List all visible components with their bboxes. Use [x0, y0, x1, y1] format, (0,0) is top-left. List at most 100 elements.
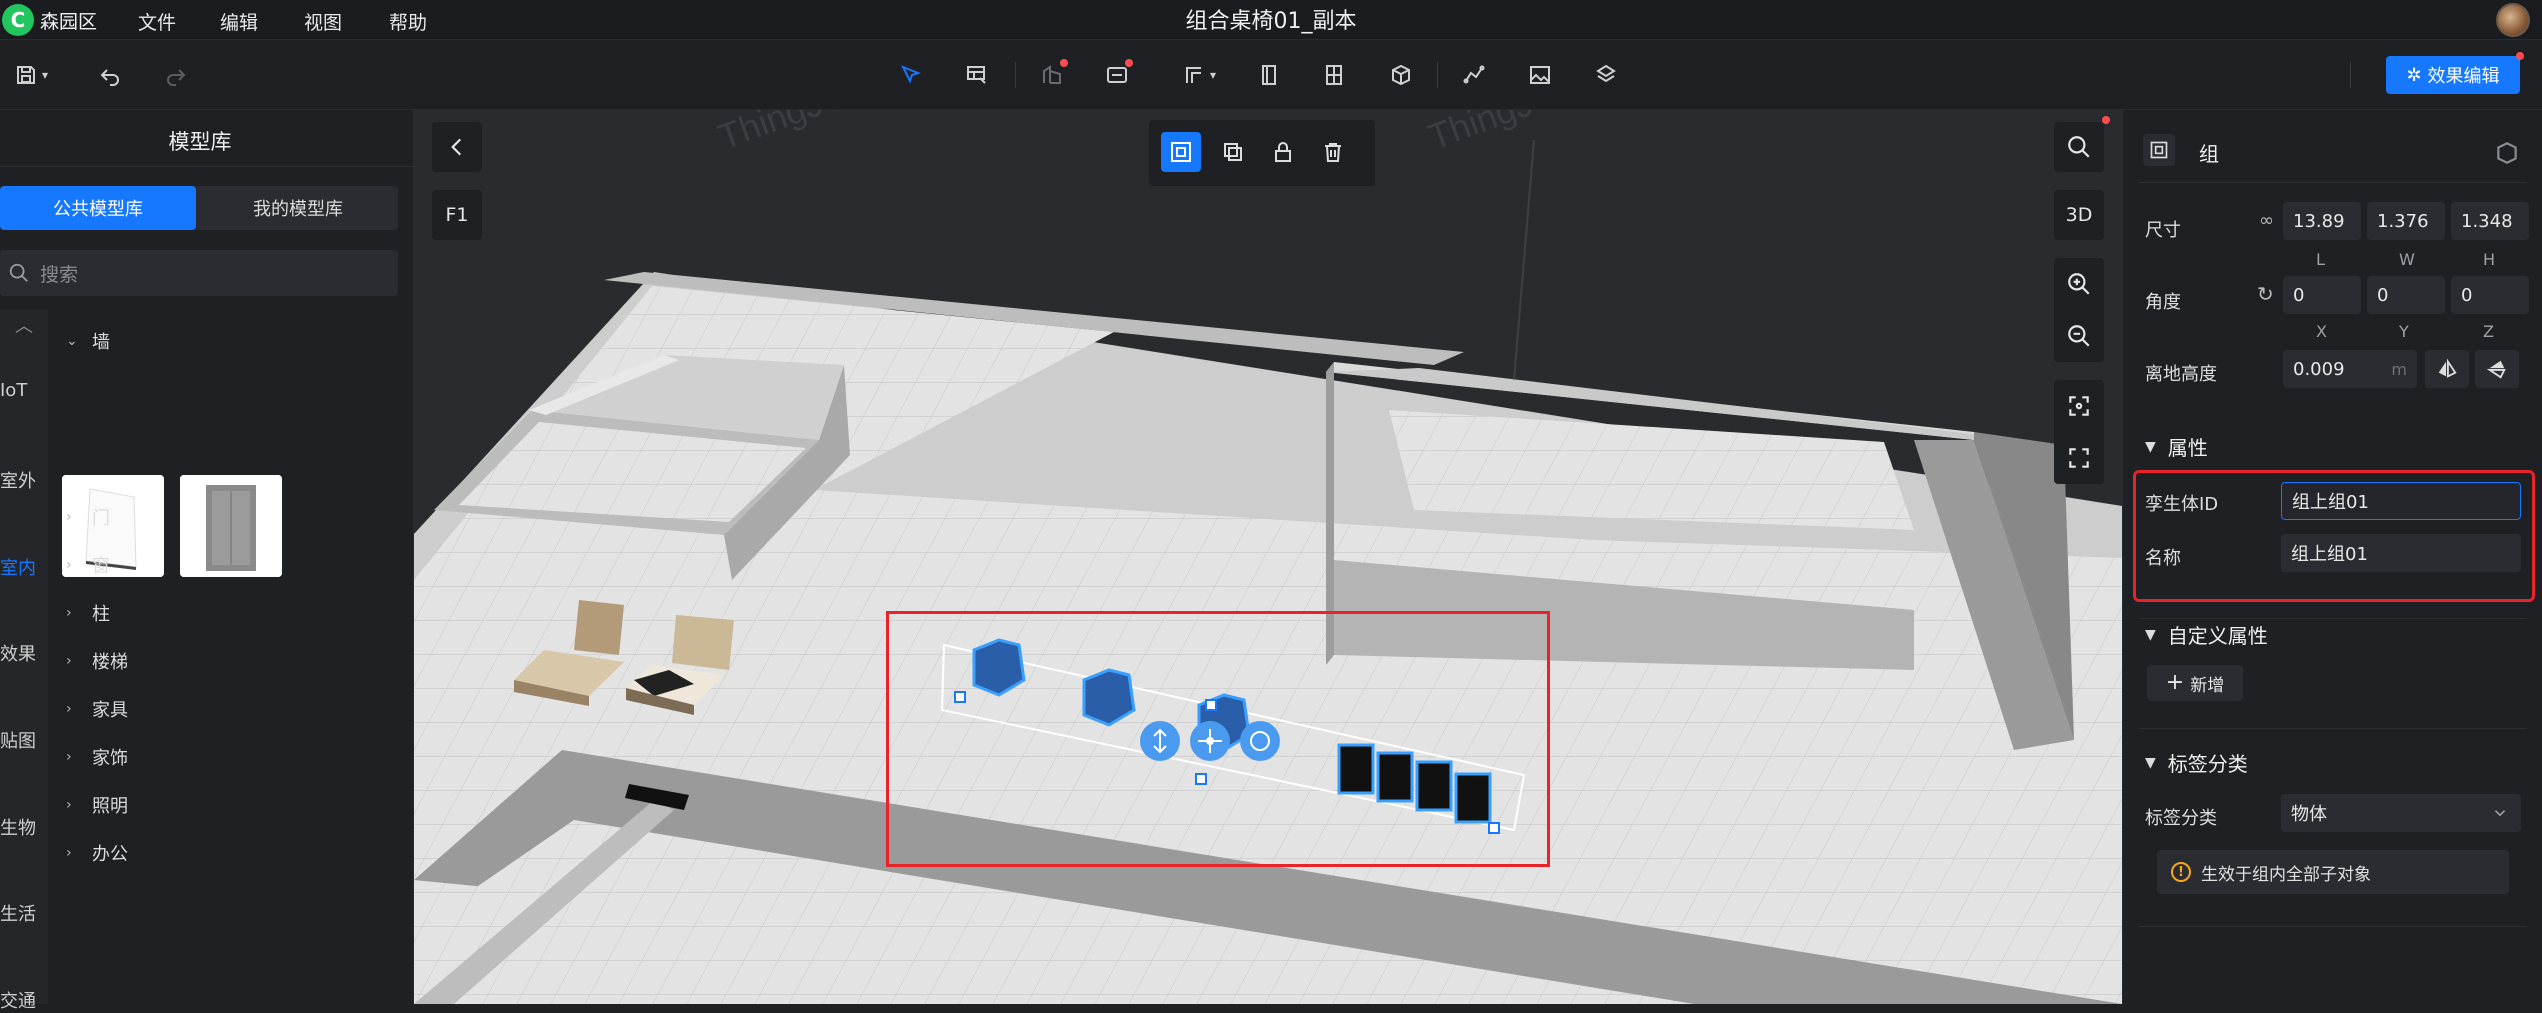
nav-item-textures[interactable]: 贴图	[0, 727, 48, 753]
attributes-section-header[interactable]: ▼ 属性	[2145, 432, 2208, 461]
path-icon	[1463, 65, 1485, 84]
model-library-panel: 模型库 公共模型库 我的模型库 搜索 ︿ IoT 室外 室内 效果 贴图 生物 …	[0, 110, 414, 1012]
tab-public-library[interactable]: 公共模型库	[0, 186, 196, 230]
zoom-in-icon[interactable]	[2066, 271, 2092, 297]
delete-button[interactable]	[1313, 132, 1353, 172]
category-column[interactable]: › 柱	[66, 600, 110, 626]
ungroup-icon[interactable]	[2494, 140, 2520, 166]
custom-attributes-section-header[interactable]: ▼ 自定义属性	[2145, 620, 2268, 649]
link-icon[interactable]: ∞	[2259, 210, 2274, 231]
layout-tool-button[interactable]	[959, 57, 995, 93]
user-avatar[interactable]	[2496, 3, 2530, 37]
floor-selector[interactable]: F1	[432, 190, 482, 240]
group-select-button[interactable]	[1161, 132, 1201, 172]
caret-down-icon: ▼	[2145, 626, 2156, 643]
chevron-right-icon: ›	[66, 797, 72, 813]
angle-z-input[interactable]: 0	[2451, 276, 2529, 314]
3d-viewport[interactable]: ThingJS ThingJS F1 3D	[414, 110, 2122, 1004]
size-h-input[interactable]: 1.348	[2451, 202, 2529, 240]
select-tool-button[interactable]	[893, 57, 929, 93]
wall-tool-dropdown[interactable]: ▾	[1172, 57, 1226, 93]
image-tool-button[interactable]	[1522, 57, 1558, 93]
app-logo[interactable]: C 森园区	[0, 4, 97, 36]
flip-vertical-icon	[2486, 360, 2506, 379]
category-stairs[interactable]: › 楼梯	[66, 648, 128, 674]
model-thumbnail[interactable]	[180, 475, 282, 577]
chevron-up-icon[interactable]: ︿	[0, 312, 48, 338]
chevron-right-icon: ›	[66, 653, 72, 669]
window-tool-button[interactable]	[1316, 57, 1352, 93]
zoom-out-icon[interactable]	[2066, 323, 2092, 349]
category-lighting[interactable]: › 照明	[66, 792, 128, 818]
angle-x-input[interactable]: 0	[2283, 276, 2361, 314]
chevron-down-icon: ⌄	[66, 333, 78, 349]
mirror-vertical-button[interactable]	[2475, 350, 2519, 388]
category-wall[interactable]: ⌄ 墙	[66, 328, 110, 354]
menu-view[interactable]: 视图	[304, 8, 342, 35]
search-input[interactable]: 搜索	[40, 260, 78, 287]
save-dropdown-button[interactable]: ▾	[6, 57, 56, 93]
tag-category-select[interactable]: 物体	[2281, 794, 2521, 832]
height-input[interactable]: 0.009 m	[2283, 350, 2417, 388]
focus-icon[interactable]	[2066, 393, 2092, 419]
viewport-search-button[interactable]	[2054, 116, 2110, 172]
wall-icon	[1185, 67, 1201, 83]
scene-canvas[interactable]: ThingJS ThingJS	[414, 110, 2122, 1004]
app-name: 森园区	[40, 10, 98, 33]
name-input[interactable]: 组上组01	[2281, 534, 2521, 572]
nav-item-outdoor[interactable]: 室外	[0, 467, 48, 493]
library-title: 模型库	[168, 130, 232, 154]
nav-item-traffic[interactable]: 交通	[0, 987, 48, 1013]
fullscreen-icon[interactable]	[2066, 445, 2092, 471]
path-tool-button[interactable]	[1456, 57, 1492, 93]
axis-x-label: X	[2316, 322, 2327, 341]
object-type-label: 组	[2199, 142, 2219, 166]
collapse-panel-button[interactable]	[432, 122, 482, 172]
category-door[interactable]: › 门	[66, 504, 110, 530]
category-furniture[interactable]: › 家具	[66, 696, 128, 722]
undo-button[interactable]	[92, 57, 128, 93]
menu-bar: C 森园区 文件 编辑 视图 帮助 组合桌椅01_副本	[0, 0, 2542, 40]
redo-button[interactable]	[158, 57, 194, 93]
library-tabs: 公共模型库 我的模型库	[0, 186, 398, 230]
menu-file[interactable]: 文件	[138, 8, 176, 35]
nav-item-life[interactable]: 生活	[0, 900, 48, 926]
cad-icon	[1107, 67, 1127, 83]
category-office[interactable]: › 办公	[66, 840, 128, 866]
lock-button[interactable]	[1263, 132, 1303, 172]
nav-item-iot[interactable]: IoT	[0, 380, 48, 401]
chevron-right-icon: ›	[66, 845, 72, 861]
menu-edit[interactable]: 编辑	[220, 8, 258, 35]
size-l-input[interactable]: 13.89	[2283, 202, 2361, 240]
chevron-down-icon	[2494, 810, 2506, 817]
twin-id-input[interactable]: 组上组01	[2281, 482, 2521, 520]
axis-y-label: Y	[2399, 322, 2409, 341]
search-icon	[9, 263, 28, 282]
tag-section-header[interactable]: ▼ 标签分类	[2145, 748, 2248, 777]
category-decor[interactable]: › 家饰	[66, 744, 128, 770]
category-window[interactable]: › 窗	[66, 552, 110, 578]
door-tool-button[interactable]	[1251, 57, 1287, 93]
menu-help[interactable]: 帮助	[389, 8, 427, 35]
cube-icon	[1392, 64, 1410, 86]
building-tool-button[interactable]	[1034, 57, 1070, 93]
size-w-input[interactable]: 1.376	[2367, 202, 2445, 240]
view-mode-toggle[interactable]: 3D	[2054, 190, 2104, 240]
effect-edit-button[interactable]: ✲ 效果编辑	[2386, 52, 2524, 94]
nav-item-creatures[interactable]: 生物	[0, 814, 48, 840]
warning-icon: !	[2171, 862, 2191, 882]
add-attribute-button[interactable]: + 新增	[2147, 665, 2243, 701]
copy-button[interactable]	[1213, 132, 1253, 172]
nav-item-indoor[interactable]: 室内	[0, 554, 48, 580]
library-search[interactable]: 搜索	[0, 250, 398, 296]
reset-rotation-icon[interactable]: ↻	[2257, 282, 2274, 306]
box-tool-button[interactable]	[1383, 57, 1419, 93]
tab-my-library[interactable]: 我的模型库	[200, 186, 396, 230]
tag-category-label: 标签分类	[2145, 808, 2217, 829]
unit-label: m	[2391, 359, 2407, 379]
cad-tool-button[interactable]	[1099, 57, 1135, 93]
mirror-horizontal-button[interactable]	[2425, 350, 2469, 388]
angle-y-input[interactable]: 0	[2367, 276, 2445, 314]
model-tool-button[interactable]	[1588, 57, 1624, 93]
nav-item-effects[interactable]: 效果	[0, 640, 48, 666]
